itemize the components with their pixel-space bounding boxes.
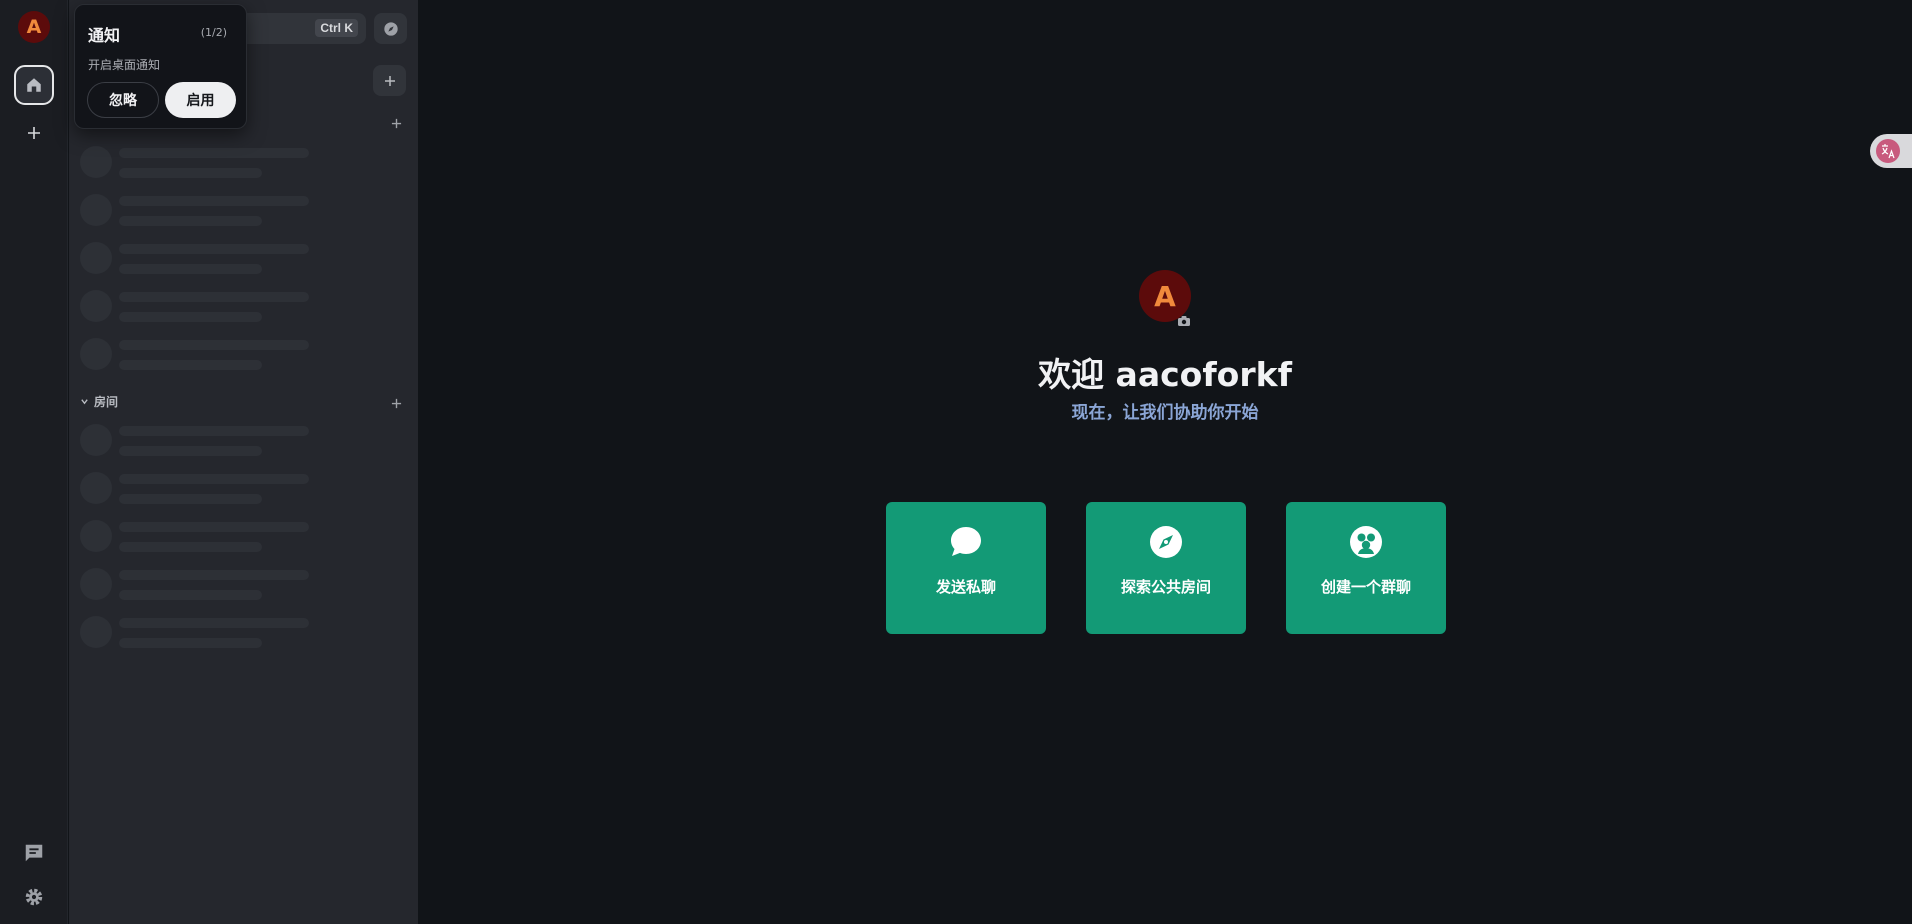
card-label: 探索公共房间	[1120, 578, 1211, 596]
list-item-placeholder	[80, 616, 310, 652]
card-label: 发送私聊	[935, 578, 996, 596]
plus-icon	[28, 127, 40, 139]
plus-icon	[391, 398, 401, 408]
camera-icon[interactable]	[1176, 314, 1192, 328]
list-item-placeholder	[80, 568, 310, 604]
compass-icon	[1150, 526, 1182, 558]
notification-toast: 通知 (1/2) 开启桌面通知 忽略 启用	[74, 4, 247, 129]
group-icon	[1350, 526, 1382, 558]
plus-icon	[391, 118, 401, 128]
explore-public-rooms-button[interactable]: 探索公共房间	[1086, 502, 1246, 634]
home-view: A 欢迎 aacoforkf 现在，让我们协助你开始 发送私聊 探索公共房间 创…	[418, 0, 1912, 924]
translate-extension-button[interactable]	[1870, 134, 1912, 168]
rooms-section-label: 房间	[94, 395, 119, 409]
toast-title: 通知	[88, 26, 121, 45]
user-avatar[interactable]: A	[18, 11, 50, 43]
send-dm-button[interactable]: 发送私聊	[886, 502, 1046, 634]
rooms-section-toggle[interactable]: 房间	[80, 393, 118, 410]
chat-bubble-icon	[951, 527, 981, 556]
list-item-placeholder	[80, 338, 310, 374]
list-item-placeholder	[80, 194, 310, 230]
message-icon	[25, 844, 43, 862]
toast-message: 开启桌面通知	[88, 58, 161, 72]
list-item-placeholder	[80, 472, 310, 508]
list-item-placeholder	[80, 146, 310, 182]
welcome-subtitle: 现在，让我们协助你开始	[1071, 403, 1259, 423]
add-people-button[interactable]	[388, 115, 404, 131]
home-icon	[27, 78, 41, 92]
search-shortcut-hint: Ctrl K	[315, 19, 358, 37]
list-item-placeholder	[80, 520, 310, 556]
explore-rooms-button[interactable]	[374, 13, 407, 44]
home-button[interactable]	[14, 65, 54, 105]
list-item-placeholder	[80, 242, 310, 278]
plus-icon	[384, 75, 395, 86]
create-group-button[interactable]: 创建一个群聊	[1286, 502, 1446, 634]
add-room-section-button[interactable]	[388, 395, 404, 411]
enable-button[interactable]: 启用	[165, 82, 236, 118]
list-item-placeholder	[80, 424, 310, 460]
translate-icon	[1876, 139, 1900, 163]
welcome-heading: 欢迎 aacoforkf	[1038, 355, 1292, 394]
toast-counter: (1/2)	[200, 26, 227, 39]
compass-icon	[383, 21, 398, 36]
settings-button[interactable]	[14, 877, 54, 917]
threads-button[interactable]	[14, 833, 54, 873]
ignore-button[interactable]: 忽略	[87, 82, 159, 118]
room-list-sidebar	[69, 0, 418, 924]
add-room-button[interactable]	[373, 65, 406, 96]
gear-icon	[25, 888, 43, 906]
space-rail: A	[0, 0, 68, 924]
card-label: 创建一个群聊	[1320, 578, 1411, 596]
chevron-down-icon	[81, 399, 88, 405]
list-item-placeholder	[80, 290, 310, 326]
add-space-button[interactable]	[14, 113, 54, 153]
